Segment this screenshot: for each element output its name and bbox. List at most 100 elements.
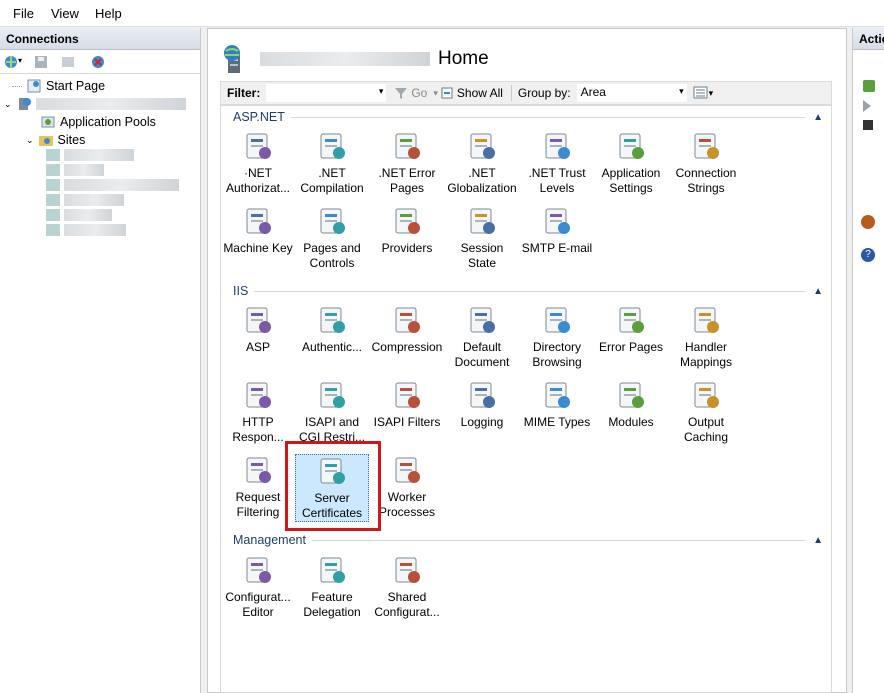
site-name-redacted: [64, 194, 124, 206]
up-level-icon[interactable]: [60, 54, 76, 70]
feature-tile-label: Default Document: [454, 340, 510, 369]
help-icon[interactable]: ?: [861, 248, 875, 262]
stop-icon[interactable]: [863, 120, 873, 130]
feature-tile-net-authorizat[interactable]: ·NET Authorizat...: [221, 130, 295, 196]
filter-input[interactable]: ▾: [266, 84, 387, 102]
feature-tile-authentic[interactable]: Authentic...: [295, 304, 369, 355]
feature-tile-smtp-e-mail[interactable]: SMTP E-mail: [520, 205, 594, 256]
site-row[interactable]: [46, 224, 179, 236]
view-mode-button[interactable]: ▾: [693, 86, 714, 100]
feature-tile-net-globalization[interactable]: .NET Globalization: [445, 130, 519, 196]
save-icon[interactable]: [33, 54, 49, 70]
show-all-button[interactable]: Show All: [440, 86, 503, 100]
group-aspnet[interactable]: ASP.NET ▲: [233, 110, 823, 124]
feature-tile-label: Handler Mappings: [679, 340, 733, 369]
error-pages-icon: [619, 307, 644, 333]
feature-tile-connection-strings[interactable]: Connection Strings: [669, 130, 743, 196]
application-pools-icon: [41, 116, 55, 128]
feature-tile-net-compilation[interactable]: .NET Compilation: [295, 130, 369, 196]
feature-tile-isapi-filters[interactable]: ISAPI Filters: [370, 379, 444, 430]
feature-tile-logging[interactable]: Logging: [445, 379, 519, 430]
site-icon: [46, 224, 60, 236]
feature-tile-output-caching[interactable]: Output Caching: [669, 379, 743, 445]
feature-tile-label: HTTP Respon...: [232, 415, 284, 444]
connections-panel: Connections ▾ Start Page ⌄ Application P…: [0, 28, 201, 693]
tree-sites[interactable]: ⌄ Sites: [26, 132, 85, 148]
asp-icon: [246, 307, 271, 333]
menu-help[interactable]: Help: [95, 6, 122, 21]
feature-tile-net-error-pages[interactable]: .NET Error Pages: [370, 130, 444, 196]
menu-file[interactable]: File: [13, 6, 34, 21]
feature-tile-shared-configurat[interactable]: Shared Configurat...: [370, 554, 444, 620]
tree-connector: [12, 85, 22, 87]
feature-tile-request-filtering[interactable]: Request Filtering: [221, 454, 295, 520]
collapse-chevron-icon[interactable]: ▲: [813, 535, 823, 546]
feature-tile-feature-delegation[interactable]: Feature Delegation: [295, 554, 369, 620]
machine-key-icon: [246, 208, 271, 234]
feature-tile-label: Output Caching: [683, 415, 729, 444]
group-by-dropdown-icon[interactable]: ▾: [679, 86, 684, 97]
collapse-chevron-icon[interactable]: ▲: [813, 286, 823, 297]
feature-tile-label: .NET Globalization: [447, 166, 517, 195]
disconnect-icon[interactable]: [90, 54, 106, 70]
group-management[interactable]: Management ▲: [233, 533, 823, 547]
feature-tile-session-state[interactable]: Session State: [445, 205, 519, 271]
feature-tile-configurat-editor[interactable]: Configurat... Editor: [221, 554, 295, 620]
site-row[interactable]: [46, 149, 179, 161]
feature-tile-handler-mappings[interactable]: Handler Mappings: [669, 304, 743, 370]
feature-tile-net-trust-levels[interactable]: .NET Trust Levels: [520, 130, 594, 196]
feature-tile-label: Authentic...: [301, 340, 363, 354]
pages-and-controls-icon: [320, 208, 345, 234]
site-row[interactable]: [46, 194, 179, 206]
connect-globe-icon[interactable]: [3, 54, 19, 70]
site-row[interactable]: [46, 209, 179, 221]
feature-tile-directory-browsing[interactable]: Directory Browsing: [520, 304, 594, 370]
feature-tile-isapi-and-cgi-restri[interactable]: ISAPI and CGI Restri...: [295, 379, 369, 445]
feature-tile-label: Providers: [381, 241, 433, 255]
feature-tile-label: Logging: [460, 415, 504, 429]
menu-view[interactable]: View: [51, 6, 79, 21]
site-row[interactable]: [46, 179, 179, 191]
tree-server-node[interactable]: ⌄: [4, 96, 186, 112]
site-icon: [46, 209, 60, 221]
start-icon[interactable]: [863, 100, 871, 112]
view-mode-dropdown-icon[interactable]: ▾: [709, 88, 714, 99]
connect-dropdown-icon[interactable]: ▾: [18, 56, 22, 65]
site-row[interactable]: [46, 164, 179, 176]
feature-tile-label: Machine Key: [223, 241, 293, 255]
tree-start-page[interactable]: Start Page: [12, 78, 105, 94]
session-state-icon: [470, 208, 495, 234]
feature-tile-providers[interactable]: Providers: [370, 205, 444, 256]
feature-tile-error-pages[interactable]: Error Pages: [594, 304, 668, 355]
feature-tile-application-settings[interactable]: Application Settings: [594, 130, 668, 196]
expand-chevron-icon[interactable]: ⌄: [4, 99, 12, 110]
view-mode-icon: [693, 86, 708, 99]
filter-dropdown-icon[interactable]: ▾: [379, 86, 384, 97]
feature-tile-compression[interactable]: Compression: [370, 304, 444, 355]
site-icon: [46, 179, 60, 191]
feature-tile-label: MIME Types: [523, 415, 591, 429]
group-iis[interactable]: IIS ▲: [233, 284, 823, 298]
feature-tile-label: .NET Error Pages: [378, 166, 436, 195]
feature-tile-worker-processes[interactable]: Worker Processes: [370, 454, 444, 520]
restart-icon[interactable]: [863, 80, 875, 92]
tree-application-pools[interactable]: Application Pools: [40, 114, 156, 130]
feature-tile-label: Configurat... Editor: [225, 590, 291, 619]
feature-tile-http-respon[interactable]: HTTP Respon...: [221, 379, 295, 445]
feature-tile-pages-and-controls[interactable]: Pages and Controls: [295, 205, 369, 271]
feature-tile-mime-types[interactable]: MIME Types: [520, 379, 594, 430]
go-dropdown-icon[interactable]: ▾: [433, 88, 438, 99]
feature-tile-modules[interactable]: Modules: [594, 379, 668, 430]
group-by-select[interactable]: Area ▾: [576, 84, 687, 102]
feature-tile-default-document[interactable]: Default Document: [445, 304, 519, 370]
feature-tile-asp[interactable]: ASP: [221, 304, 295, 355]
collapse-chevron-icon[interactable]: ▲: [813, 112, 823, 123]
feature-tile-machine-key[interactable]: Machine Key: [221, 205, 295, 256]
sites-chevron-icon[interactable]: ⌄: [26, 135, 34, 146]
output-caching-icon: [694, 382, 719, 408]
site-icon: [46, 164, 60, 176]
filter-toolbar: Filter: ▾ Go ▾ Show All Group by: Area ▾…: [220, 81, 832, 105]
go-button[interactable]: Go: [394, 86, 427, 100]
feature-tile-label: .NET Compilation: [300, 166, 364, 195]
group-divider: [290, 116, 806, 118]
